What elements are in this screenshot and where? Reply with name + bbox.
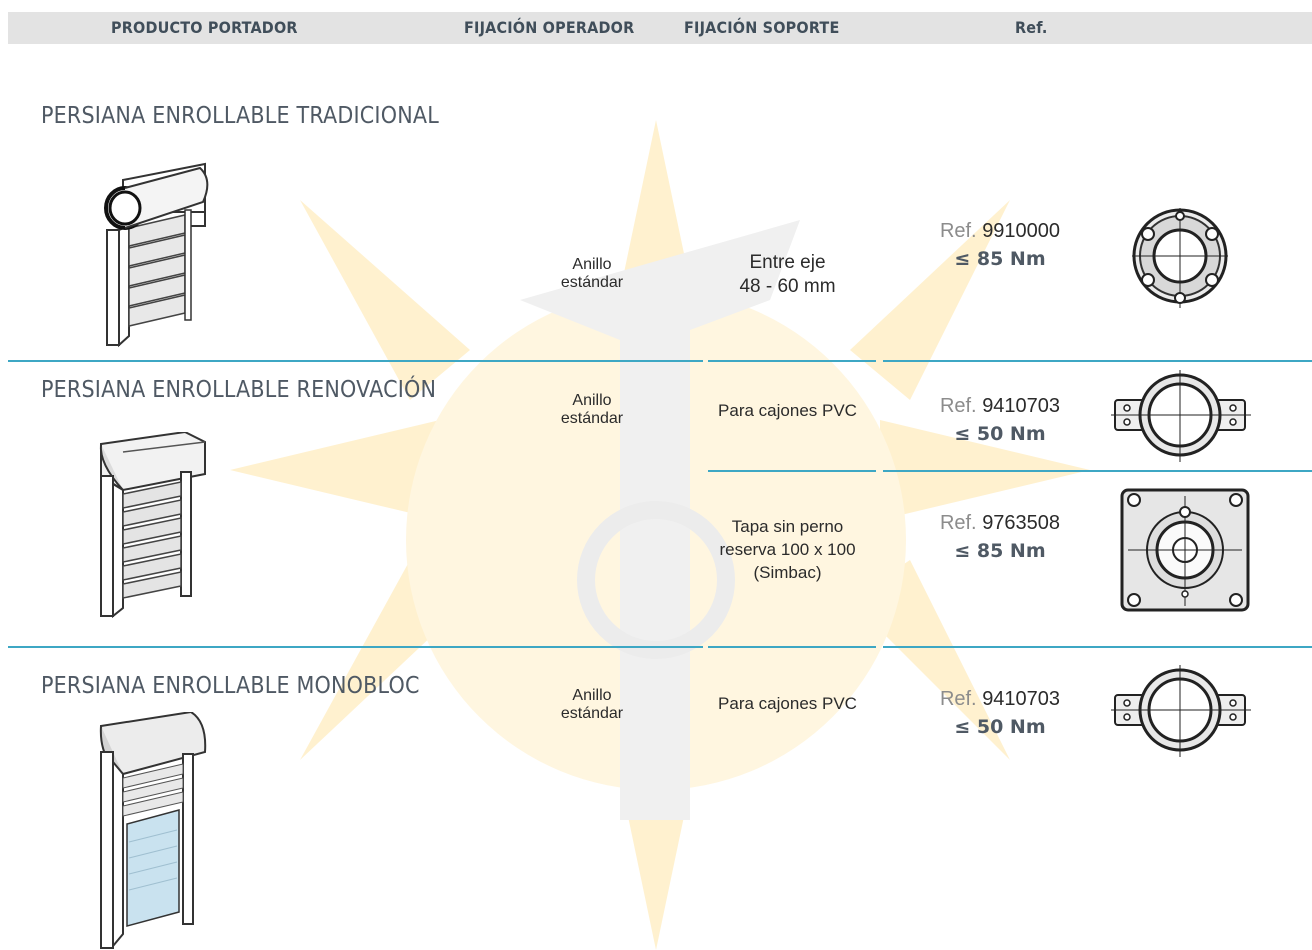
operator-fixing-line1: Anillo [572, 392, 612, 409]
support-ring-9410703-image [1111, 665, 1251, 757]
operator-fixing-line1: Anillo [572, 687, 612, 704]
support-fixing-text: Tapa sin perno reserva 100 x 100 (Simbac… [700, 515, 875, 584]
support-fixing-line1: Para cajones PVC [718, 694, 857, 713]
torque-value: ≤ 50 Nm [954, 716, 1046, 738]
header-operator-fixing: FIJACIÓN OPERADOR [464, 18, 635, 37]
reference-block: Ref. 9410703 ≤ 50 Nm [910, 392, 1090, 448]
operator-fixing-text: Anillo estándar [552, 392, 632, 428]
roller-shutter-renovation-image [99, 432, 206, 619]
support-fixing-line2: reserva 100 x 100 [719, 540, 856, 559]
torque-value: ≤ 85 Nm [954, 248, 1046, 270]
row-divider [708, 360, 876, 362]
header-product: PRODUCTO PORTADOR [111, 18, 298, 37]
torque-value: ≤ 85 Nm [954, 540, 1046, 562]
reference-block: Ref. 9910000 ≤ 85 Nm [910, 217, 1090, 273]
support-plate-9763508-image [1120, 488, 1250, 612]
ref-number: 9910000 [982, 220, 1061, 242]
operator-fixing-text: Anillo estándar [552, 256, 632, 292]
support-fixing-text: Entre eje 48 - 60 mm [705, 251, 870, 299]
operator-fixing-line1: Anillo [572, 256, 612, 273]
row-divider [8, 646, 703, 648]
header-ref: Ref. [1015, 18, 1048, 37]
section-title-tradicional: PERSIANA ENROLLABLE TRADICIONAL [41, 103, 439, 129]
section-title-monobloc: PERSIANA ENROLLABLE MONOBLOC [41, 673, 420, 699]
operator-fixing-line2: estándar [560, 274, 624, 291]
support-fixing-line1: Entre eje [749, 252, 826, 273]
ref-number: 9410703 [982, 395, 1061, 417]
operator-fixing-line2: estándar [560, 410, 624, 427]
support-ring-9910000-image [1132, 208, 1228, 308]
torque-value: ≤ 50 Nm [954, 423, 1046, 445]
row-divider [883, 646, 1312, 648]
row-divider [708, 470, 876, 472]
ref-label: Ref. [939, 688, 977, 710]
ref-label: Ref. [939, 220, 977, 242]
support-fixing-line1: Para cajones PVC [718, 401, 857, 420]
ref-label: Ref. [939, 512, 977, 534]
support-fixing-line3: (Simbac) [753, 563, 822, 582]
reference-block: Ref. 9410703 ≤ 50 Nm [910, 685, 1090, 741]
roller-shutter-traditional-image [104, 162, 209, 348]
row-divider [8, 360, 703, 362]
support-fixing-text: Para cajones PVC [700, 692, 875, 715]
table-header: PRODUCTO PORTADOR FIJACIÓN OPERADOR FIJA… [8, 12, 1312, 44]
operator-fixing-text: Anillo estándar [552, 687, 632, 723]
support-fixing-line1: Tapa sin perno [731, 517, 844, 536]
ref-label: Ref. [939, 395, 977, 417]
roller-shutter-monobloc-image [99, 712, 207, 949]
ref-number: 9410703 [982, 688, 1061, 710]
ref-number: 9763508 [982, 512, 1061, 534]
support-ring-9410703-image [1111, 370, 1251, 462]
section-title-renovacion: PERSIANA ENROLLABLE RENOVACIÓN [41, 377, 437, 403]
support-fixing-line2: 48 - 60 mm [739, 276, 836, 297]
row-divider [883, 360, 1312, 362]
header-support-fixing: FIJACIÓN SOPORTE [684, 18, 840, 37]
row-divider [883, 470, 1312, 472]
row-divider [708, 646, 876, 648]
reference-block: Ref. 9763508 ≤ 85 Nm [910, 509, 1090, 565]
support-fixing-text: Para cajones PVC [700, 399, 875, 422]
operator-fixing-line2: estándar [560, 705, 624, 722]
